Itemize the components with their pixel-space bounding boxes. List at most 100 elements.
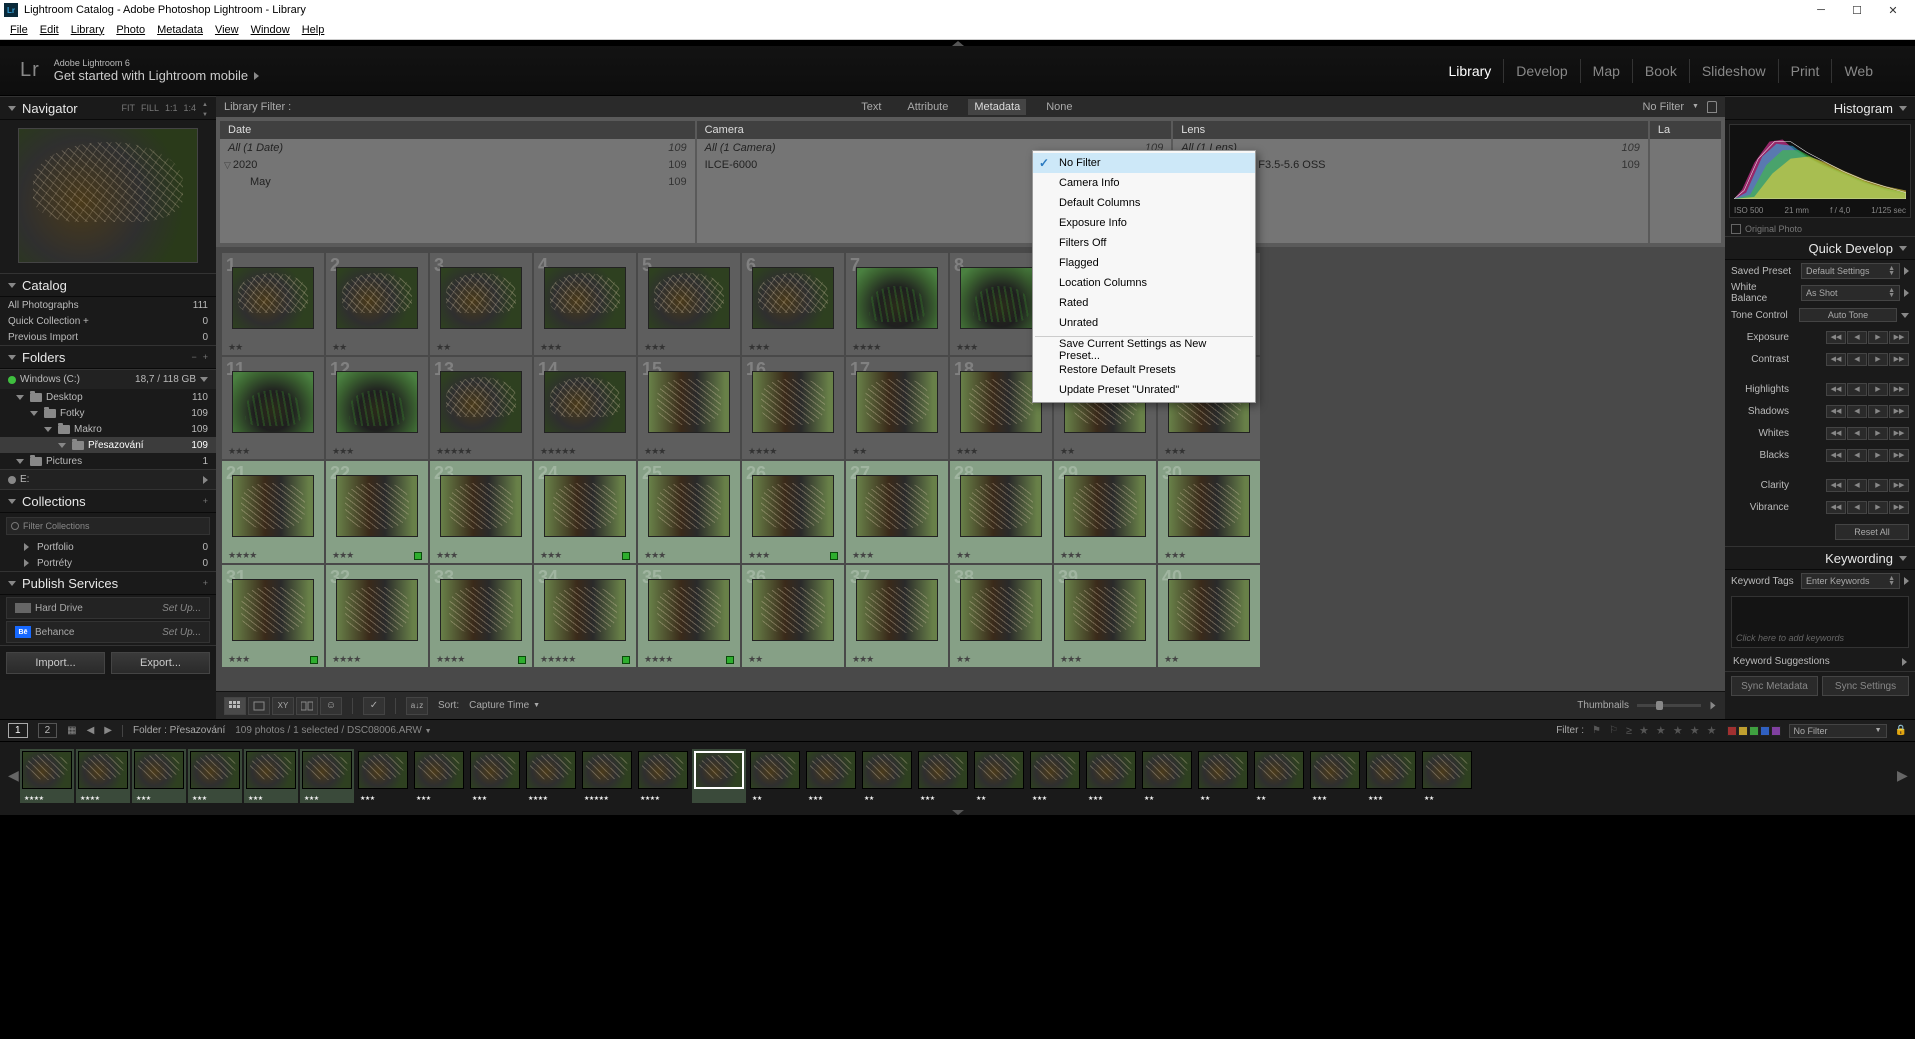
- minimize-button[interactable]: ─: [1803, 1, 1839, 19]
- survey-view-button[interactable]: [296, 697, 318, 715]
- volume-row[interactable]: E:: [0, 469, 216, 489]
- grid-cell[interactable]: 17★★: [846, 357, 948, 459]
- meta-column-head[interactable]: La: [1650, 121, 1721, 139]
- chevron-right-icon[interactable]: [1904, 289, 1909, 297]
- menu-edit[interactable]: Edit: [34, 22, 65, 38]
- histogram[interactable]: ISO 50021 mmf / 4,01/125 sec: [1729, 124, 1911, 218]
- sort-direction-button[interactable]: a↓z: [406, 697, 428, 715]
- grid-cell[interactable]: 6★★★: [742, 253, 844, 355]
- qd-step-plus[interactable]: ▶: [1868, 449, 1888, 462]
- grid-cell[interactable]: 36★★: [742, 565, 844, 667]
- meta-column-row[interactable]: All (1 Date)109: [220, 139, 695, 156]
- saved-preset-select[interactable]: Default Settings▲▼: [1801, 263, 1900, 279]
- nav-zoom-fill[interactable]: FILL: [141, 103, 159, 113]
- menu-file[interactable]: File: [4, 22, 34, 38]
- back-button[interactable]: ◀: [87, 725, 95, 736]
- nav-zoom-fit[interactable]: FIT: [122, 103, 136, 113]
- filmstrip-cell[interactable]: ★★★: [300, 749, 354, 803]
- navigator-head[interactable]: Navigator FITFILL1:11:4▲▼: [0, 96, 216, 120]
- grid-cell[interactable]: 27★★★: [846, 461, 948, 563]
- sync-settings-button[interactable]: Sync Settings: [1822, 676, 1909, 696]
- plus-icon[interactable]: +: [203, 578, 208, 588]
- painter-tool[interactable]: ✓: [363, 697, 385, 715]
- qd-step-big-plus[interactable]: ▶▶: [1889, 427, 1909, 440]
- compare-view-button[interactable]: XY: [272, 697, 294, 715]
- filmstrip-cell[interactable]: ★★★: [468, 749, 522, 803]
- grid-cell[interactable]: 30★★★: [1158, 461, 1260, 563]
- grid-view[interactable]: 1★★2★★3★★4★★★5★★★6★★★7★★★★8★★★9★10★★11★★…: [216, 247, 1725, 691]
- grid-cell[interactable]: 1★★: [222, 253, 324, 355]
- window-chip-2[interactable]: 2: [38, 723, 58, 738]
- catalog-row[interactable]: Previous Import0: [0, 329, 216, 345]
- qd-step-plus[interactable]: ▶: [1868, 479, 1888, 492]
- loupe-view-button[interactable]: [248, 697, 270, 715]
- filmstrip-cell[interactable]: ★★★★: [20, 749, 74, 803]
- people-view-button[interactable]: ☺: [320, 697, 342, 715]
- filmstrip-cell[interactable]: ★★★★: [76, 749, 130, 803]
- forward-button[interactable]: ▶: [104, 725, 112, 736]
- filmstrip-cell[interactable]: ★★★: [1308, 749, 1362, 803]
- qd-step-big-plus[interactable]: ▶▶: [1889, 383, 1909, 396]
- qd-step-plus[interactable]: ▶: [1868, 501, 1888, 514]
- collections-head[interactable]: Collections +: [0, 489, 216, 513]
- meta-column-head[interactable]: Lens: [1173, 121, 1648, 139]
- catalog-row[interactable]: All Photographs111: [0, 297, 216, 313]
- dropdown-item[interactable]: Camera Info: [1033, 173, 1255, 193]
- filmstrip-cell[interactable]: ★★★: [1364, 749, 1418, 803]
- qd-step-minus[interactable]: ◀: [1847, 501, 1867, 514]
- sort-dropdown[interactable]: Capture Time▼: [469, 700, 540, 711]
- filter-collections-input[interactable]: Filter Collections: [6, 517, 210, 535]
- grid-cell[interactable]: 4★★★: [534, 253, 636, 355]
- grid-cell[interactable]: 21★★★★: [222, 461, 324, 563]
- chevron-up-icon[interactable]: [1711, 702, 1716, 710]
- bottom-panel-collapse[interactable]: [0, 809, 1915, 815]
- menu-photo[interactable]: Photo: [110, 22, 151, 38]
- qd-step-big-plus[interactable]: ▶▶: [1889, 331, 1909, 344]
- lock-icon[interactable]: [1707, 101, 1717, 113]
- qd-step-big-minus[interactable]: ◀◀: [1826, 479, 1846, 492]
- dropdown-item[interactable]: Unrated: [1033, 313, 1255, 333]
- filmstrip-cell[interactable]: ★★★: [244, 749, 298, 803]
- qd-step-big-minus[interactable]: ◀◀: [1826, 405, 1846, 418]
- grid-cell[interactable]: 39★★★: [1054, 565, 1156, 667]
- filmstrip-cell[interactable]: ★★★: [412, 749, 466, 803]
- qd-step-big-plus[interactable]: ▶▶: [1889, 405, 1909, 418]
- keyword-textarea[interactable]: Click here to add keywords: [1731, 596, 1909, 648]
- qd-step-minus[interactable]: ◀: [1847, 353, 1867, 366]
- dropdown-item[interactable]: Flagged: [1033, 253, 1255, 273]
- qd-step-big-plus[interactable]: ▶▶: [1889, 501, 1909, 514]
- volume-row[interactable]: Windows (C:) 18,7 / 118 GB: [0, 369, 216, 389]
- qd-step-minus[interactable]: ◀: [1847, 479, 1867, 492]
- grid-cell[interactable]: 25★★★: [638, 461, 740, 563]
- publish-row[interactable]: Hard DriveSet Up...: [6, 597, 210, 619]
- grid-cell[interactable]: 35★★★★: [638, 565, 740, 667]
- grid-cell[interactable]: 3★★: [430, 253, 532, 355]
- reset-all-button[interactable]: Reset All: [1835, 524, 1909, 540]
- chevron-right-icon[interactable]: [1904, 267, 1909, 275]
- grid-cell[interactable]: 24★★★: [534, 461, 636, 563]
- keywording-head[interactable]: Keywording: [1725, 546, 1915, 570]
- qd-step-plus[interactable]: ▶: [1868, 383, 1888, 396]
- qd-step-minus[interactable]: ◀: [1847, 331, 1867, 344]
- navigator-preview[interactable]: [18, 128, 198, 263]
- grid-icon[interactable]: ▦: [67, 725, 76, 736]
- grid-cell[interactable]: 38★★: [950, 565, 1052, 667]
- qd-step-plus[interactable]: ▶: [1868, 331, 1888, 344]
- grid-cell[interactable]: 37★★★: [846, 565, 948, 667]
- filmstrip-cell[interactable]: ★★★: [356, 749, 410, 803]
- meta-column-row[interactable]: ▽2020109: [220, 156, 695, 173]
- plus-icon[interactable]: +: [203, 352, 208, 362]
- module-slideshow[interactable]: Slideshow: [1689, 59, 1778, 83]
- export-button[interactable]: Export...: [111, 652, 210, 674]
- grid-cell[interactable]: 34★★★★★: [534, 565, 636, 667]
- qd-step-big-minus[interactable]: ◀◀: [1826, 383, 1846, 396]
- filmstrip[interactable]: ◀ ★★★★★★★★★★★★★★★★★★★★★★★★★★★★★★★★★★★★★★…: [0, 741, 1915, 809]
- module-book[interactable]: Book: [1632, 59, 1689, 83]
- filter-tab-text[interactable]: Text: [855, 99, 887, 115]
- filmstrip-cell[interactable]: ★★★: [132, 749, 186, 803]
- module-print[interactable]: Print: [1778, 59, 1832, 83]
- collection-row[interactable]: Portfolio0: [0, 539, 216, 555]
- grid-cell[interactable]: 40★★: [1158, 565, 1260, 667]
- dropdown-item[interactable]: Update Preset "Unrated": [1033, 380, 1255, 400]
- menu-library[interactable]: Library: [65, 22, 111, 38]
